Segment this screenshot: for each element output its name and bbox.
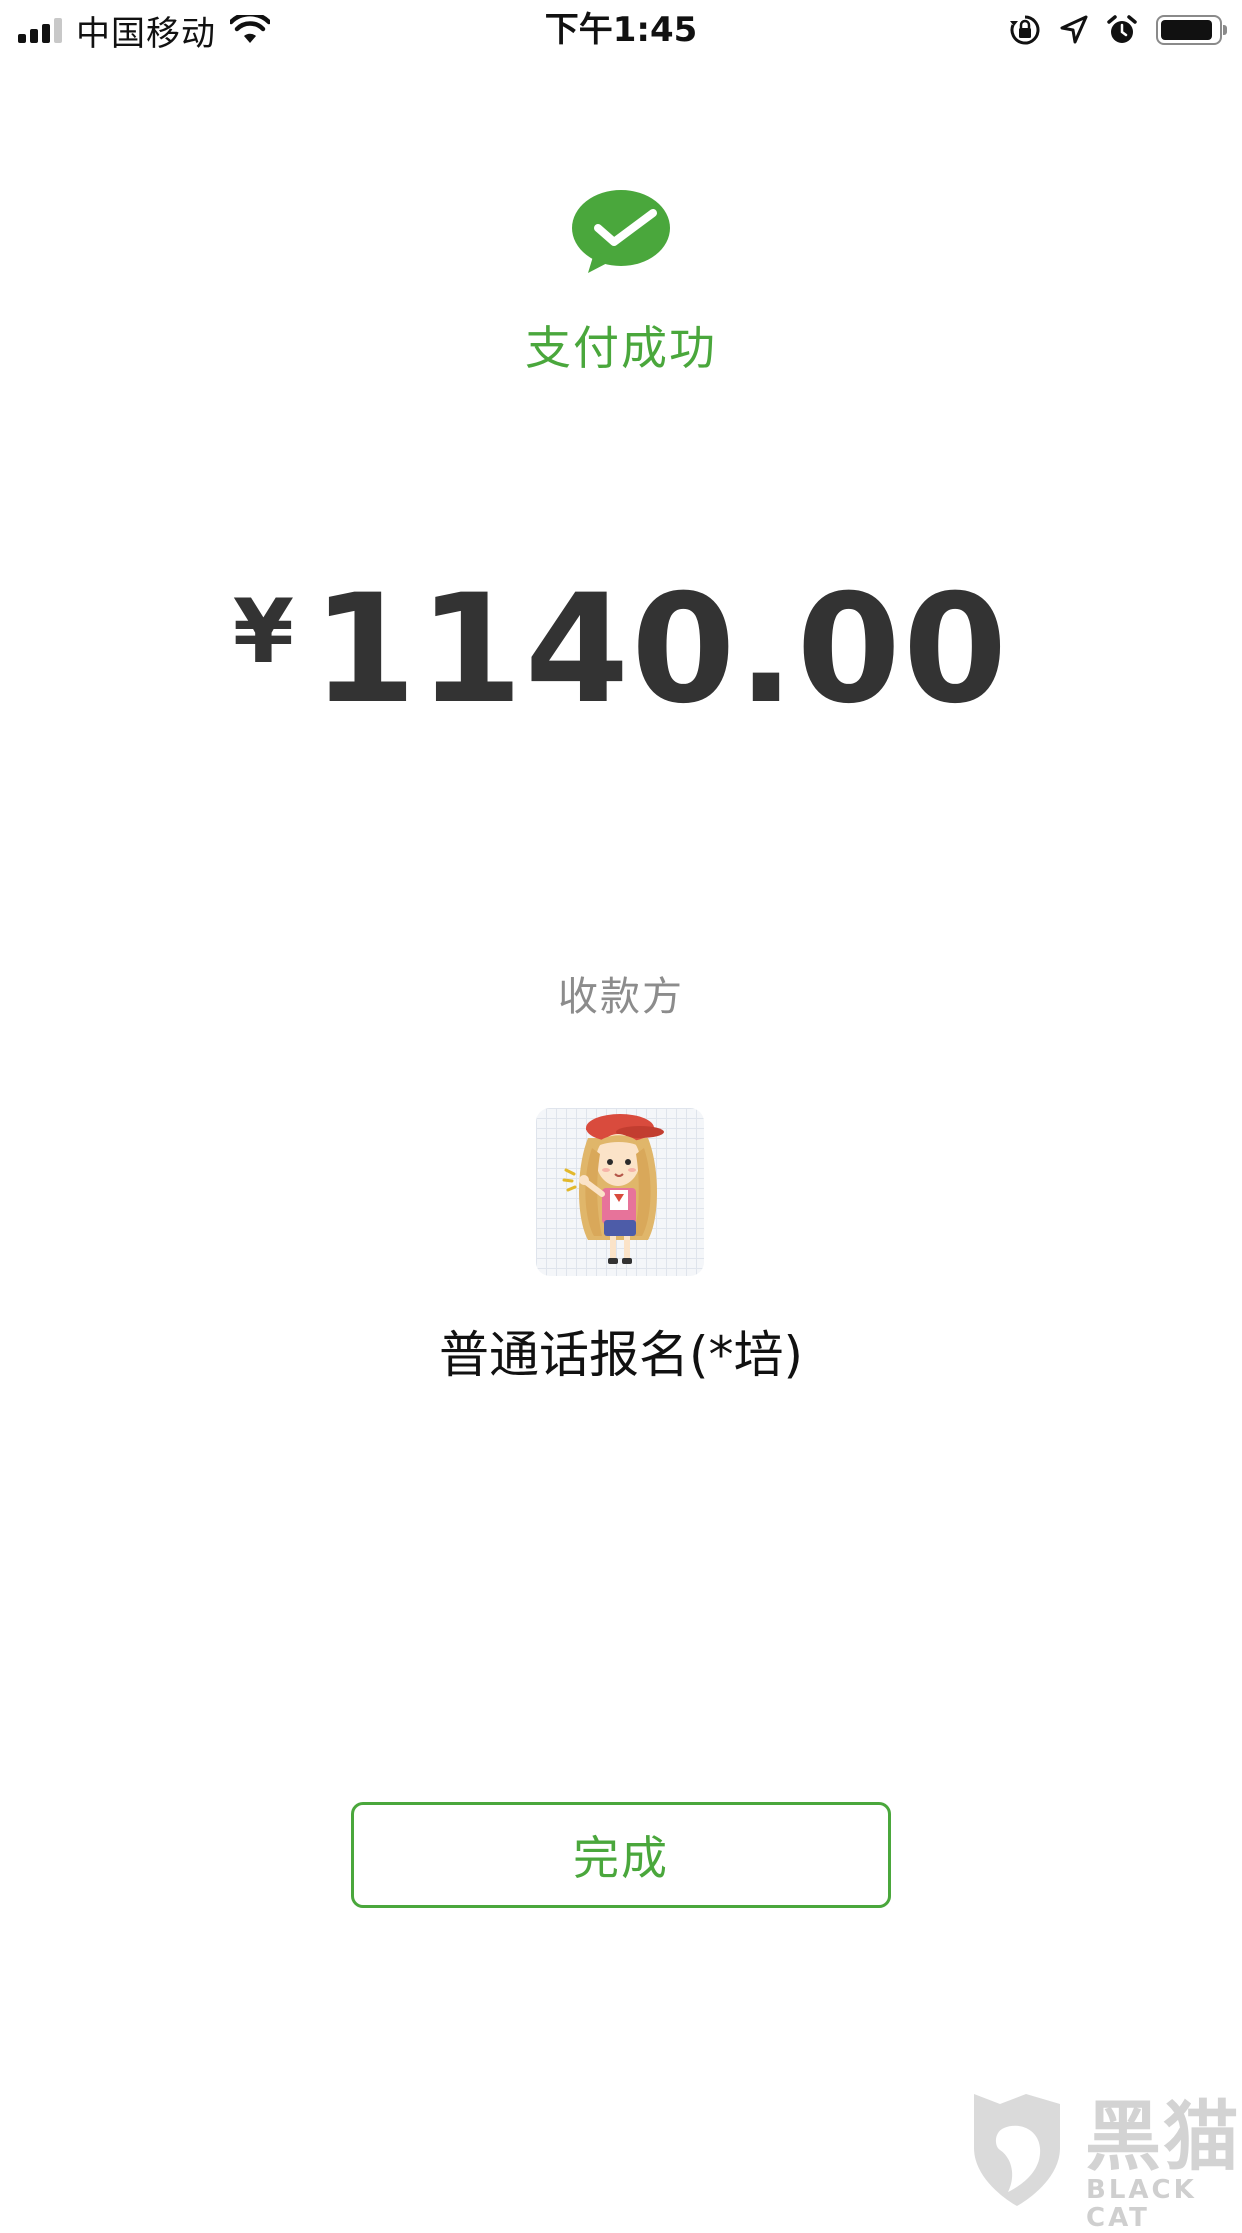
battery-icon <box>1156 15 1227 45</box>
payment-amount: ¥ 1140.00 <box>0 570 1242 730</box>
payee-avatar <box>536 1108 704 1276</box>
location-arrow-icon <box>1060 15 1088 44</box>
done-button-label: 完成 <box>573 1831 669 1885</box>
cartoon-girl-avatar-icon <box>562 1114 664 1264</box>
alarm-clock-icon <box>1107 15 1137 43</box>
watermark-brand-en: BLACK CAT <box>1086 2175 1197 2233</box>
done-button[interactable]: 完成 <box>351 1802 891 1908</box>
payee-label: 收款方 <box>558 974 684 1020</box>
payee-name: 普通话报名(*培) <box>438 1326 803 1384</box>
watermark-brand: 黑猫 <box>1085 2092 1241 2181</box>
orientation-lock-icon <box>1010 15 1040 45</box>
amount-value: 1140.00 <box>312 563 1010 737</box>
wechat-pay-check-icon <box>572 190 670 273</box>
status-bar: 中国移动 下午1:45 <box>0 0 1242 62</box>
status-bar-right <box>1008 8 1227 52</box>
payment-success-title: 支付成功 <box>525 321 717 375</box>
currency-symbol: ¥ <box>232 580 295 683</box>
